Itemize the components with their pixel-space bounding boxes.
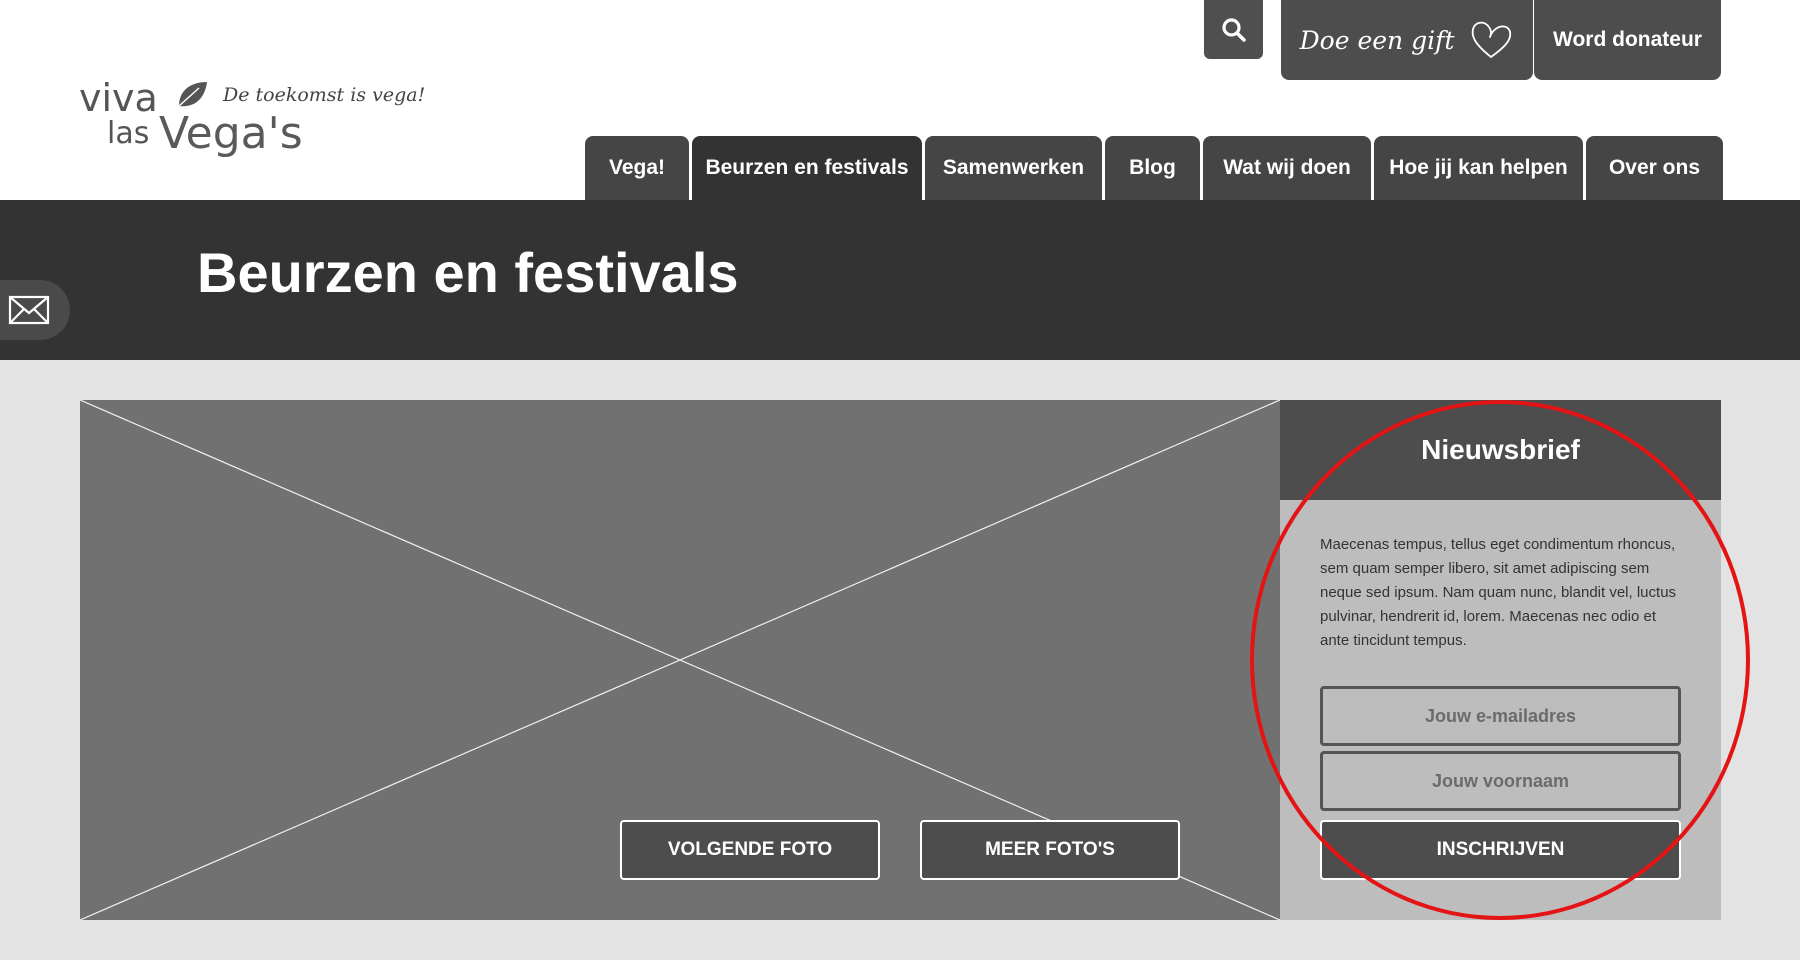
heart-icon <box>1472 21 1512 58</box>
logo-tagline: De toekomst is vega! <box>223 84 426 106</box>
newsletter-description: Maecenas tempus, tellus eget condimentum… <box>1320 536 1677 649</box>
logo-text-vegas: Vega's <box>159 108 303 159</box>
nav-tab-hoe-jij-kan-helpen[interactable]: Hoe jij kan helpen <box>1374 136 1583 200</box>
become-donor-button[interactable]: Word donateur <box>1534 0 1721 80</box>
logo-text-viva: viva <box>79 76 158 120</box>
leaf-icon <box>178 82 207 107</box>
search-button[interactable] <box>1204 0 1263 59</box>
nav-tab-beurzen-en-festivals[interactable]: Beurzen en festivals <box>692 136 922 200</box>
more-photos-button[interactable]: MEER FOTO'S <box>920 820 1180 880</box>
email-field[interactable] <box>1320 686 1681 746</box>
nav-tab-over-ons[interactable]: Over ons <box>1586 136 1723 200</box>
first-name-field[interactable] <box>1320 751 1681 811</box>
nav-tab-wat-wij-doen[interactable]: Wat wij doen <box>1203 136 1371 200</box>
nav-tab-vega[interactable]: Vega! <box>585 136 689 200</box>
next-photo-button[interactable]: VOLGENDE FOTO <box>620 820 880 880</box>
gift-label: Doe een gift <box>1299 25 1455 55</box>
donate-gift-button[interactable]: Doe een gift <box>1281 0 1533 80</box>
page-title: Beurzen en festivals <box>197 241 739 304</box>
nav-tab-samenwerken[interactable]: Samenwerken <box>925 136 1102 200</box>
main-navigation: Vega! Beurzen en festivals Samenwerken B… <box>585 136 1723 200</box>
logo-text-las: las <box>107 116 150 151</box>
nav-tab-blog[interactable]: Blog <box>1105 136 1200 200</box>
search-icon <box>1221 17 1246 42</box>
newsletter-title: Nieuwsbrief <box>1280 400 1721 500</box>
subscribe-button[interactable]: INSCHRIJVEN <box>1320 820 1681 880</box>
envelope-icon <box>8 295 50 325</box>
contact-mail-tab[interactable] <box>0 280 70 340</box>
site-logo[interactable]: viva las Vega's De toekomst is vega! <box>79 74 425 164</box>
